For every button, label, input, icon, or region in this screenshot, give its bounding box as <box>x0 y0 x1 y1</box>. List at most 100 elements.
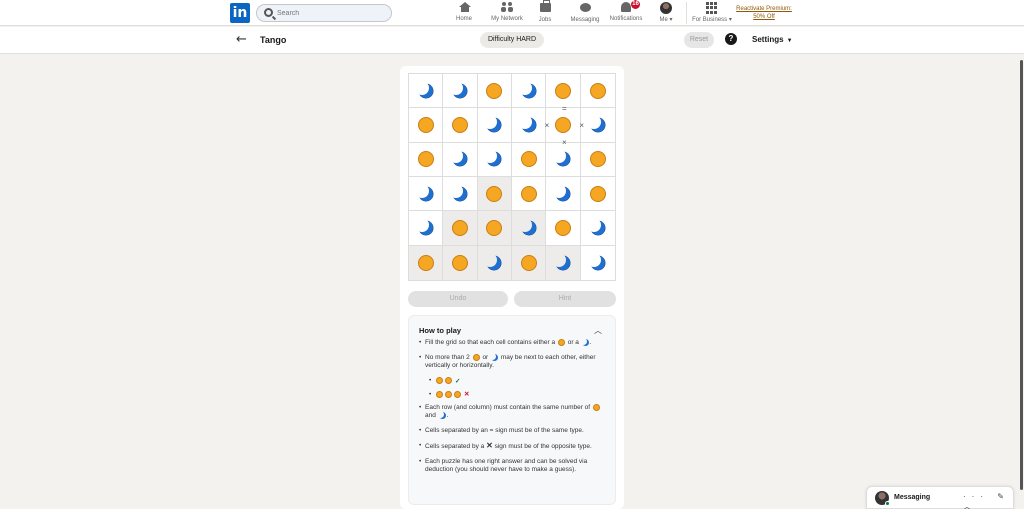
board-cell[interactable] <box>580 74 615 109</box>
moon-icon <box>414 183 433 201</box>
board-cell[interactable] <box>409 211 444 246</box>
moon-icon <box>551 149 570 167</box>
moon-icon <box>489 352 499 362</box>
check-icon: ✓ <box>455 377 461 385</box>
rule-text: sign must be of the opposite type. <box>494 443 592 451</box>
board-cell[interactable] <box>477 211 512 246</box>
board-cell[interactable] <box>409 245 444 280</box>
cross-icon: ✕ <box>464 390 470 398</box>
search-icon <box>264 8 273 17</box>
moon-icon <box>483 149 502 167</box>
collapse-chevron-icon[interactable]: ︿ <box>594 325 602 336</box>
moon-icon <box>586 217 605 235</box>
board-cell[interactable] <box>511 245 547 280</box>
reactivate-premium-link[interactable]: Reactivate Premium: 50% Off <box>734 5 794 21</box>
messaging-dock[interactable]: Messaging ··· ✎ ︿ <box>866 486 1014 509</box>
board-cell[interactable] <box>546 176 581 212</box>
board-cell[interactable] <box>511 211 547 246</box>
rule-text: or a <box>567 339 579 347</box>
rule-text: and <box>425 412 436 420</box>
page-title: Tango <box>260 35 287 45</box>
sun-icon <box>417 254 434 271</box>
board-cell[interactable] <box>511 142 547 177</box>
nav-for-business[interactable]: For Business ▾ <box>690 2 734 26</box>
board-cell[interactable] <box>477 176 512 212</box>
cross-icon: ✕ <box>486 441 493 451</box>
premium-line-1: Reactivate Premium: <box>736 6 792 12</box>
board-cell[interactable] <box>443 74 478 109</box>
chat-icon <box>579 3 591 12</box>
board-cell[interactable] <box>409 142 444 177</box>
messaging-actions[interactable]: ··· ✎ ︿ <box>963 492 1013 509</box>
moon-icon <box>483 114 502 132</box>
board-cell[interactable] <box>546 245 581 280</box>
hint-button[interactable]: Hint <box>514 291 616 307</box>
board-cell[interactable] <box>546 142 581 177</box>
board-cell[interactable] <box>511 108 547 143</box>
board-cell[interactable] <box>477 108 512 143</box>
sun-icon <box>520 151 537 168</box>
nav-me[interactable]: Me ▾ <box>654 2 678 26</box>
online-status-dot <box>885 501 890 506</box>
moon-icon <box>483 252 502 270</box>
moon-icon <box>517 80 536 98</box>
board-cell[interactable] <box>580 211 615 246</box>
network-icon <box>501 2 513 12</box>
bell-icon <box>621 2 631 12</box>
cross-sign-icon: × <box>544 121 550 130</box>
rule-item: Each puzzle has one right answer and can… <box>419 458 611 474</box>
board-cell[interactable] <box>409 74 444 109</box>
nav-messaging[interactable]: Messaging <box>567 2 603 26</box>
board-cell[interactable] <box>511 74 547 109</box>
sun-icon <box>589 151 606 168</box>
equal-sign-icon: = <box>562 103 567 113</box>
undo-button[interactable]: Undo <box>408 291 508 307</box>
page-scrollbar[interactable] <box>1020 60 1023 490</box>
briefcase-icon <box>539 0 551 12</box>
board-cell[interactable] <box>477 74 512 109</box>
nav-my-network[interactable]: My Network <box>487 2 527 26</box>
rule-text: Each row (and column) must contain the s… <box>425 404 591 412</box>
board-cell[interactable] <box>580 108 615 143</box>
chevron-down-icon: ▾ <box>669 17 673 23</box>
sun-icon <box>486 185 503 202</box>
search-input[interactable] <box>277 5 387 21</box>
board-cell[interactable] <box>443 176 478 212</box>
board-cell[interactable] <box>409 108 444 143</box>
moon-icon <box>414 80 433 98</box>
help-icon[interactable]: ? <box>725 33 737 45</box>
rule-item: Cells separated by a ✕ sign must be of t… <box>419 442 611 451</box>
board-cell[interactable] <box>511 176 547 212</box>
nav-notifications[interactable]: Notifications <box>606 2 646 26</box>
rule-text: or <box>482 354 489 362</box>
reset-button[interactable]: Reset <box>684 32 714 48</box>
linkedin-logo[interactable]: in <box>230 3 250 23</box>
tango-board: = × × × <box>408 73 616 281</box>
nav-my-network-label: My Network <box>491 16 523 22</box>
search-bar[interactable] <box>256 4 392 22</box>
example-invalid: ✕ <box>429 390 611 399</box>
back-arrow-icon[interactable]: ← <box>236 32 247 47</box>
avatar <box>660 2 672 14</box>
board-cell[interactable] <box>409 176 444 212</box>
board-cell[interactable] <box>477 245 512 280</box>
board-cell[interactable] <box>443 245 478 280</box>
rule-text: No more than 2 <box>425 354 470 362</box>
settings-button[interactable]: Settings ▼ <box>752 35 793 44</box>
moon-icon <box>579 337 589 346</box>
board-cell[interactable] <box>580 143 615 177</box>
board-cell[interactable] <box>580 177 615 212</box>
board-cell[interactable] <box>581 246 615 280</box>
nav-jobs[interactable]: Jobs <box>535 0 555 26</box>
rule-text: Cells separated by a <box>425 443 485 451</box>
board-cell[interactable] <box>443 211 478 246</box>
sun-icon <box>520 254 537 271</box>
game-header: ← Tango Difficulty HARD Reset ? Settings… <box>0 27 1024 54</box>
board-cell[interactable] <box>477 142 512 177</box>
board-cell[interactable] <box>546 211 581 246</box>
board-cell[interactable] <box>443 142 478 177</box>
board-cell[interactable] <box>443 108 478 143</box>
nav-home[interactable]: Home <box>452 2 476 26</box>
sun-icon <box>454 390 461 398</box>
rule-item: No more than 2 or may be next to each ot… <box>419 352 611 370</box>
